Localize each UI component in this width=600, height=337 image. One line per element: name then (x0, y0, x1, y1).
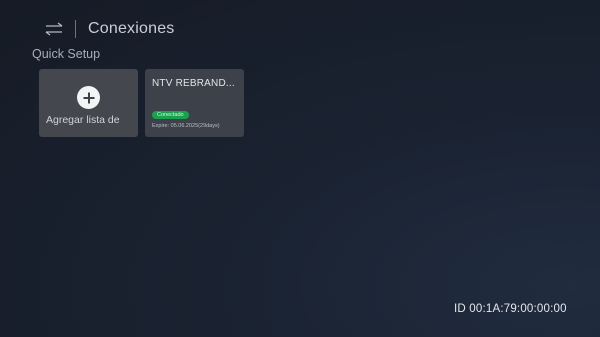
plus-icon (77, 86, 100, 109)
header-divider (75, 20, 76, 38)
swap-arrows-icon[interactable] (44, 22, 64, 36)
expire-text: Expire: 05.06.2025(29days) (152, 123, 220, 129)
status-badge: Conectado (152, 111, 189, 119)
device-id: ID 00:1A:79:00:00:00 (454, 303, 567, 315)
quick-setup-title: Quick Setup (32, 47, 101, 61)
add-list-label: Agregar lista de (46, 114, 120, 126)
connection-name: NTV REBRAND... (152, 78, 235, 89)
page-title: Conexiones (88, 20, 175, 37)
page-header: Conexiones (44, 18, 175, 40)
